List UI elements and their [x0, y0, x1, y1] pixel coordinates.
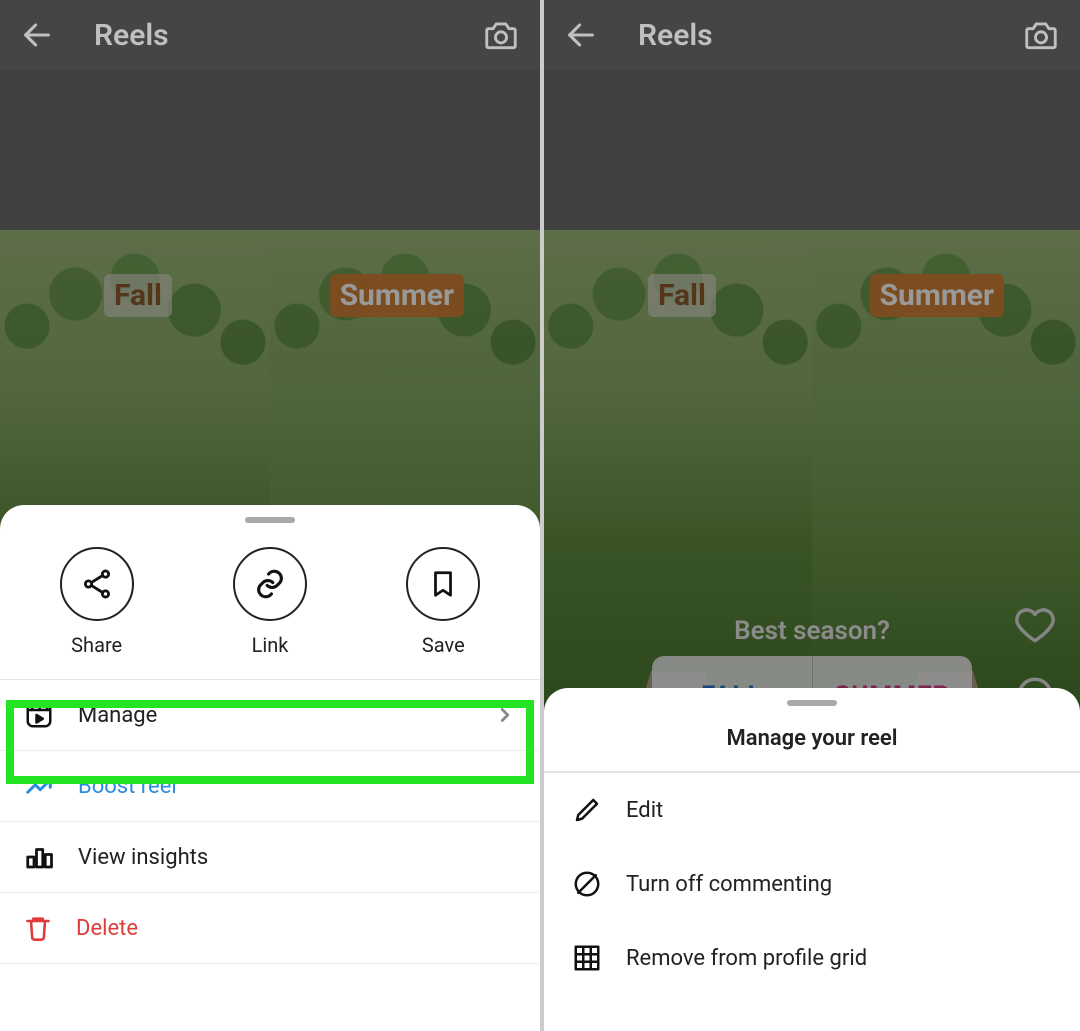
- menu-item-delete-label: Delete: [76, 916, 138, 941]
- options-menu: Manage Boost reel View insights: [0, 679, 540, 964]
- menu-item-boost-label: Boost reel: [78, 774, 177, 799]
- chevron-right-icon: [494, 704, 516, 726]
- link-label: Link: [252, 633, 289, 657]
- camera-icon[interactable]: [1022, 16, 1060, 54]
- menu-item-insights[interactable]: View insights: [0, 822, 540, 893]
- sheet-grabber[interactable]: [787, 700, 837, 706]
- trend-up-icon: [24, 771, 54, 801]
- app-topbar: Reels: [544, 0, 1080, 70]
- app-topbar: Reels: [0, 0, 540, 70]
- share-button[interactable]: Share: [60, 547, 134, 657]
- options-sheet: Share Link Save Manage: [0, 505, 540, 1031]
- menu-item-manage[interactable]: Manage: [0, 680, 540, 751]
- menu-item-insights-label: View insights: [78, 845, 208, 870]
- menu-item-remove-from-grid-label: Remove from profile grid: [626, 946, 867, 971]
- disable-icon: [572, 869, 602, 899]
- phone-right: Reels Fall Summer Best season? FALL SUMM…: [540, 0, 1080, 1031]
- link-button[interactable]: Link: [233, 547, 307, 657]
- bar-chart-icon: [24, 842, 54, 872]
- sheet-grabber[interactable]: [245, 517, 295, 523]
- menu-item-delete[interactable]: Delete: [0, 893, 540, 964]
- menu-item-edit[interactable]: Edit: [544, 773, 1080, 847]
- menu-item-boost[interactable]: Boost reel: [0, 751, 540, 822]
- grid-icon: [572, 943, 602, 973]
- manage-menu: Edit Turn off commenting Remove from pro…: [544, 772, 1080, 995]
- back-icon[interactable]: [564, 18, 598, 52]
- trash-icon: [24, 913, 52, 943]
- link-icon: [253, 567, 287, 601]
- save-button[interactable]: Save: [406, 547, 480, 657]
- pencil-icon: [572, 795, 602, 825]
- bookmark-icon: [428, 567, 458, 601]
- back-icon[interactable]: [20, 18, 54, 52]
- menu-item-turn-off-commenting[interactable]: Turn off commenting: [544, 847, 1080, 921]
- share-label: Share: [71, 633, 122, 657]
- menu-item-turn-off-commenting-label: Turn off commenting: [626, 872, 832, 897]
- camera-icon[interactable]: [482, 16, 520, 54]
- quick-actions-row: Share Link Save: [0, 531, 540, 679]
- page-title: Reels: [94, 18, 169, 53]
- menu-item-manage-label: Manage: [78, 703, 157, 728]
- reel-manage-icon: [24, 700, 54, 730]
- share-icon: [80, 567, 114, 601]
- menu-item-edit-label: Edit: [626, 798, 663, 823]
- page-title: Reels: [638, 18, 713, 53]
- manage-sheet: Manage your reel Edit Turn off commentin…: [544, 688, 1080, 1031]
- save-label: Save: [422, 633, 465, 657]
- menu-item-remove-from-grid[interactable]: Remove from profile grid: [544, 921, 1080, 995]
- phone-left: Reels Fall Summer Share Link: [0, 0, 540, 1031]
- manage-sheet-title: Manage your reel: [544, 714, 1080, 772]
